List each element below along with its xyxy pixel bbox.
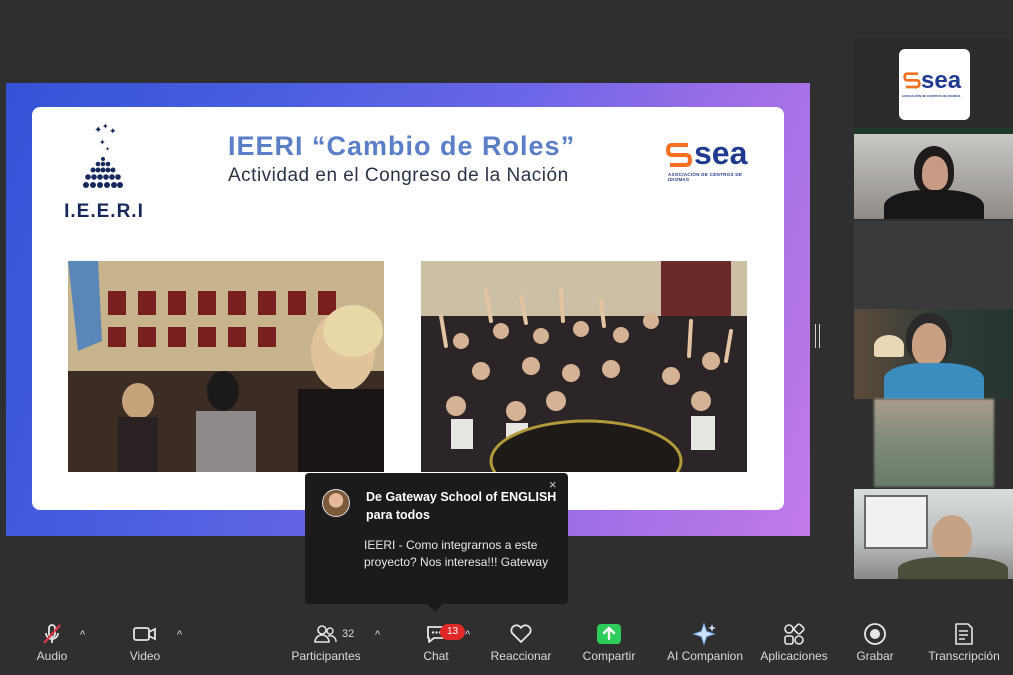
chat-notification[interactable]: De Gateway School of ENGLISH para todos …	[305, 473, 568, 612]
svg-text:✦: ✦	[109, 126, 117, 136]
panel-resize-handle[interactable]	[815, 324, 820, 348]
slide-title: IEERI “Cambio de Roles”	[228, 131, 576, 161]
react-button[interactable]: Reaccionar	[490, 622, 552, 663]
dome-icon	[83, 157, 123, 188]
lamp	[874, 335, 904, 357]
video-label: Video	[129, 649, 161, 663]
apps-button[interactable]: Aplicaciones	[759, 622, 829, 663]
participant-face	[922, 156, 948, 190]
chat-sender: De Gateway School of ENGLISH para todos	[366, 490, 557, 522]
participants-label: Participantes	[291, 649, 361, 663]
shared-screen: ✦ ✦ ✦ ✦ ✦ I.E.E.R.I IEERI “Cambio de Rol…	[6, 83, 810, 536]
transcript-button[interactable]: Transcripción	[927, 622, 1001, 663]
svg-text:✦: ✦	[105, 146, 110, 153]
heart-icon	[510, 624, 532, 643]
stars-icon: ✦ ✦ ✦ ✦ ✦	[94, 123, 117, 153]
slide-content: ✦ ✦ ✦ ✦ ✦ I.E.E.R.I IEERI “Cambio de Rol…	[32, 107, 784, 510]
transcript-icon	[955, 623, 973, 645]
sea-tile-word: sea	[921, 67, 962, 94]
record-button[interactable]: Grabar	[853, 622, 897, 663]
apps-icon	[784, 623, 805, 645]
sea-logo-word: sea	[694, 135, 748, 171]
participant-panel: sea ASOCIACIÓN DE CENTROS DE IDIOMAS	[854, 39, 1013, 579]
mic-muted-icon	[43, 624, 61, 644]
participant-video-5[interactable]	[854, 489, 1013, 579]
congress-photo-left	[68, 261, 384, 472]
participants-options-caret[interactable]: ^	[375, 629, 380, 641]
participant-face	[912, 323, 946, 365]
audio-label: Audio	[36, 649, 68, 663]
ai-companion-button[interactable]: AI Companion	[665, 622, 745, 663]
participant-tile-sea[interactable]: sea ASOCIACIÓN DE CENTROS DE IDIOMAS	[854, 39, 1013, 130]
ieeri-logo: ✦ ✦ ✦ ✦ ✦ I.E.E.R.I	[62, 123, 146, 223]
sea-s-icon	[903, 72, 921, 89]
participants-icon	[314, 625, 337, 643]
chat-unread-badge: 13	[440, 624, 465, 640]
svg-text:✦: ✦	[99, 138, 106, 147]
record-label: Grabar	[856, 649, 894, 663]
sea-logo: sea ASOCIACIÓN DE CENTROS DE IDIOMAS	[666, 135, 762, 182]
meeting-toolbar: Audio ^ Video ^ Participantes 32 ^ Chat …	[0, 614, 1013, 675]
sender-avatar	[322, 489, 350, 517]
slide-subtitle: Actividad en el Congreso de la Nación	[228, 165, 569, 186]
share-label: Compartir	[582, 649, 636, 663]
participant-body	[884, 363, 984, 399]
participant-video-4[interactable]	[874, 399, 994, 487]
sea-tile-tagline: ASOCIACIÓN DE CENTROS DE IDIOMAS	[902, 94, 961, 98]
participant-head	[932, 515, 972, 559]
participant-body	[898, 557, 1008, 579]
record-icon	[864, 623, 886, 645]
participant-video-1[interactable]	[854, 134, 1013, 219]
share-arrow-icon	[597, 624, 621, 644]
congress-photo-right	[421, 261, 747, 472]
sea-avatar-logo: sea ASOCIACIÓN DE CENTROS DE IDIOMAS	[899, 49, 970, 120]
apps-label: Aplicaciones	[760, 649, 828, 663]
chat-label: Chat	[423, 649, 449, 663]
ieeri-logo-text: I.E.E.R.I	[64, 201, 144, 222]
audio-options-caret[interactable]: ^	[80, 629, 85, 641]
audio-button[interactable]: Audio	[33, 622, 71, 663]
sea-logo-tagline: ASOCIACIÓN DE CENTROS DE IDIOMAS	[668, 172, 743, 182]
video-options-caret[interactable]: ^	[177, 629, 182, 641]
transcript-label: Transcripción	[928, 649, 1000, 663]
ai-companion-label: AI Companion	[666, 649, 744, 663]
camera-icon	[133, 627, 156, 641]
sparkle-icon	[692, 622, 716, 646]
svg-text:✦: ✦	[102, 123, 109, 131]
participants-count: 32	[342, 628, 355, 640]
react-label: Reaccionar	[490, 649, 552, 663]
participant-video-3[interactable]	[854, 309, 1013, 399]
close-icon[interactable]: ×	[549, 477, 557, 492]
window	[864, 495, 928, 549]
share-button[interactable]: Compartir	[581, 622, 637, 663]
video-button[interactable]: Video	[125, 622, 165, 663]
participant-video-2[interactable]	[854, 221, 1013, 309]
chat-options-caret[interactable]: ^	[465, 629, 470, 641]
chat-message: IEERI - Como integrarnos a este proyecto…	[364, 538, 549, 569]
sea-s-icon	[666, 143, 692, 167]
participant-body	[884, 190, 984, 219]
